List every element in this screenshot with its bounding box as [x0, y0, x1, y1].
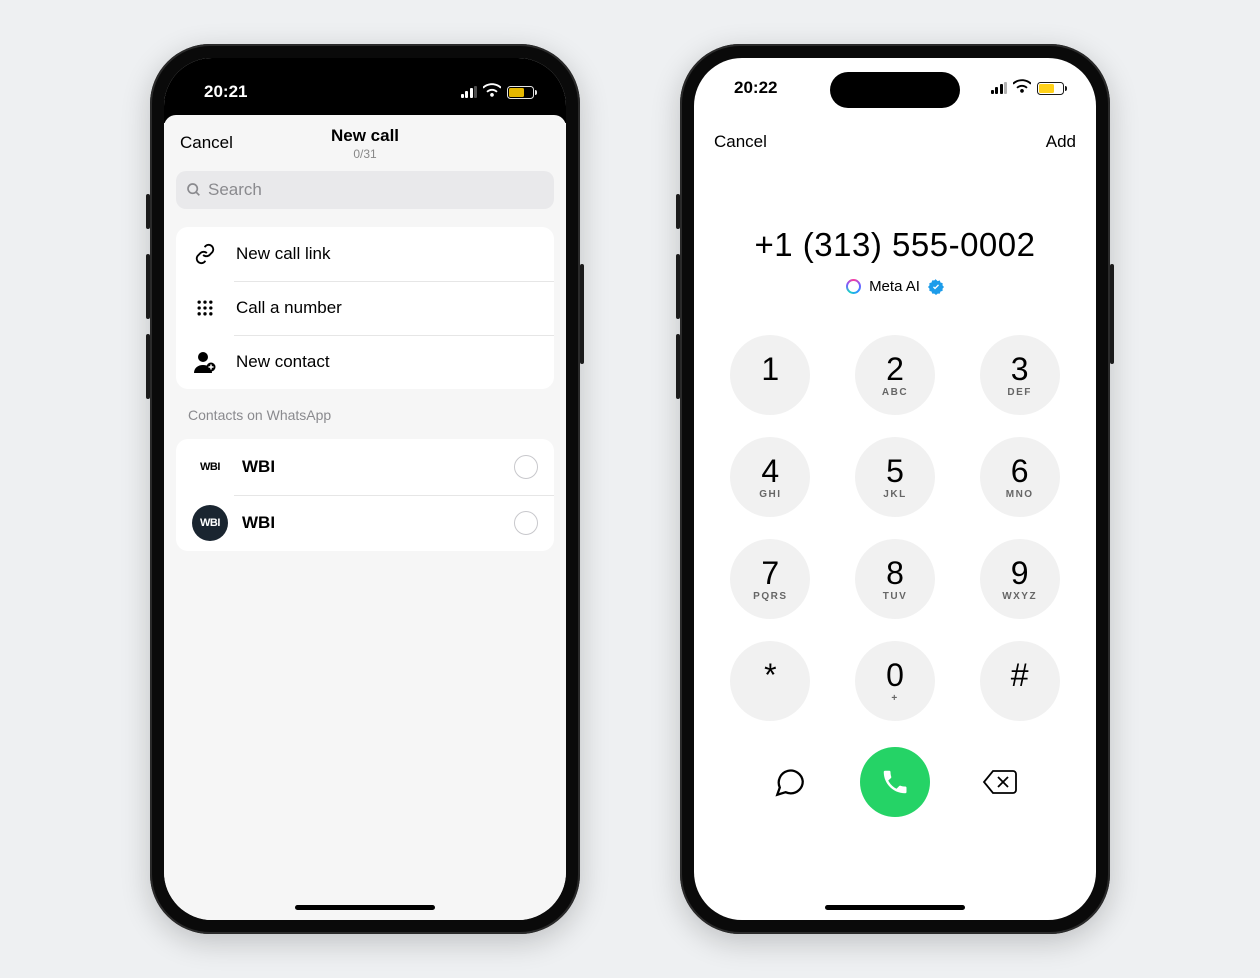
avatar: WBI	[192, 449, 228, 485]
caller-name: Meta AI	[869, 278, 920, 295]
call-button[interactable]	[860, 747, 930, 817]
new-call-link-row[interactable]: New call link	[176, 227, 554, 281]
battery-icon	[507, 86, 534, 99]
dynamic-island	[830, 72, 960, 108]
cellular-icon	[991, 82, 1008, 94]
phone-right: 20:22 Cancel Add +1 (313) 555-0002 Meta …	[680, 44, 1110, 934]
cellular-icon	[461, 86, 478, 98]
backspace-icon	[982, 768, 1018, 796]
key-4[interactable]: 4GHI	[730, 437, 810, 517]
add-contact-icon	[192, 349, 218, 375]
dynamic-island	[300, 72, 430, 108]
key-7[interactable]: 7PQRS	[730, 539, 810, 619]
add-button[interactable]: Add	[1046, 132, 1076, 152]
chat-bubble-icon	[773, 765, 807, 799]
key-8[interactable]: 8TUV	[855, 539, 935, 619]
call-number-row[interactable]: Call a number	[176, 281, 554, 335]
contact-row[interactable]: WBI WBI	[176, 495, 554, 551]
key-3[interactable]: 3DEF	[980, 335, 1060, 415]
meta-ai-icon	[846, 279, 861, 294]
wifi-icon	[483, 83, 501, 102]
key-hash[interactable]: #	[980, 641, 1060, 721]
key-star[interactable]: *	[730, 641, 810, 721]
verified-badge-icon	[928, 279, 944, 295]
contacts-list: WBI WBI WBI WBI	[176, 439, 554, 551]
sheet-subtitle: 0/31	[331, 147, 399, 161]
avatar: WBI	[192, 505, 228, 541]
dialer-keypad: 1 2ABC 3DEF 4GHI 5JKL 6MNO 7PQRS 8TUV 9W…	[694, 335, 1096, 721]
phone-left: 20:21 Cancel New call 0/31	[150, 44, 580, 934]
search-input[interactable]	[176, 171, 554, 209]
home-indicator[interactable]	[825, 905, 965, 910]
select-radio[interactable]	[514, 455, 538, 479]
select-radio[interactable]	[514, 511, 538, 535]
key-5[interactable]: 5JKL	[855, 437, 935, 517]
action-list: New call link Call a number New contact	[176, 227, 554, 389]
message-button[interactable]	[766, 758, 814, 806]
link-icon	[192, 241, 218, 267]
phone-icon	[880, 767, 910, 797]
status-time: 20:21	[204, 82, 247, 102]
row-label: New contact	[236, 352, 330, 372]
new-call-sheet: Cancel New call 0/31 New call link	[164, 115, 566, 920]
contact-row[interactable]: WBI WBI	[176, 439, 554, 495]
backspace-button[interactable]	[976, 758, 1024, 806]
home-indicator[interactable]	[295, 905, 435, 910]
wifi-icon	[1013, 79, 1031, 98]
row-label: New call link	[236, 244, 330, 264]
dialed-number: +1 (313) 555-0002	[714, 226, 1076, 264]
contact-name: WBI	[242, 457, 275, 477]
caller-id-row: Meta AI	[714, 278, 1076, 295]
row-label: Call a number	[236, 298, 342, 318]
contact-name: WBI	[242, 513, 275, 533]
key-6[interactable]: 6MNO	[980, 437, 1060, 517]
key-1[interactable]: 1	[730, 335, 810, 415]
key-0[interactable]: 0+	[855, 641, 935, 721]
status-time: 20:22	[734, 78, 777, 98]
key-9[interactable]: 9WXYZ	[980, 539, 1060, 619]
sheet-title: New call	[331, 126, 399, 146]
dialpad-icon	[192, 295, 218, 321]
key-2[interactable]: 2ABC	[855, 335, 935, 415]
cancel-button[interactable]: Cancel	[180, 133, 233, 153]
contacts-section-label: Contacts on WhatsApp	[164, 389, 566, 429]
new-contact-row[interactable]: New contact	[176, 335, 554, 389]
search-icon	[186, 182, 202, 198]
cancel-button[interactable]: Cancel	[714, 132, 767, 152]
battery-icon	[1037, 82, 1064, 95]
